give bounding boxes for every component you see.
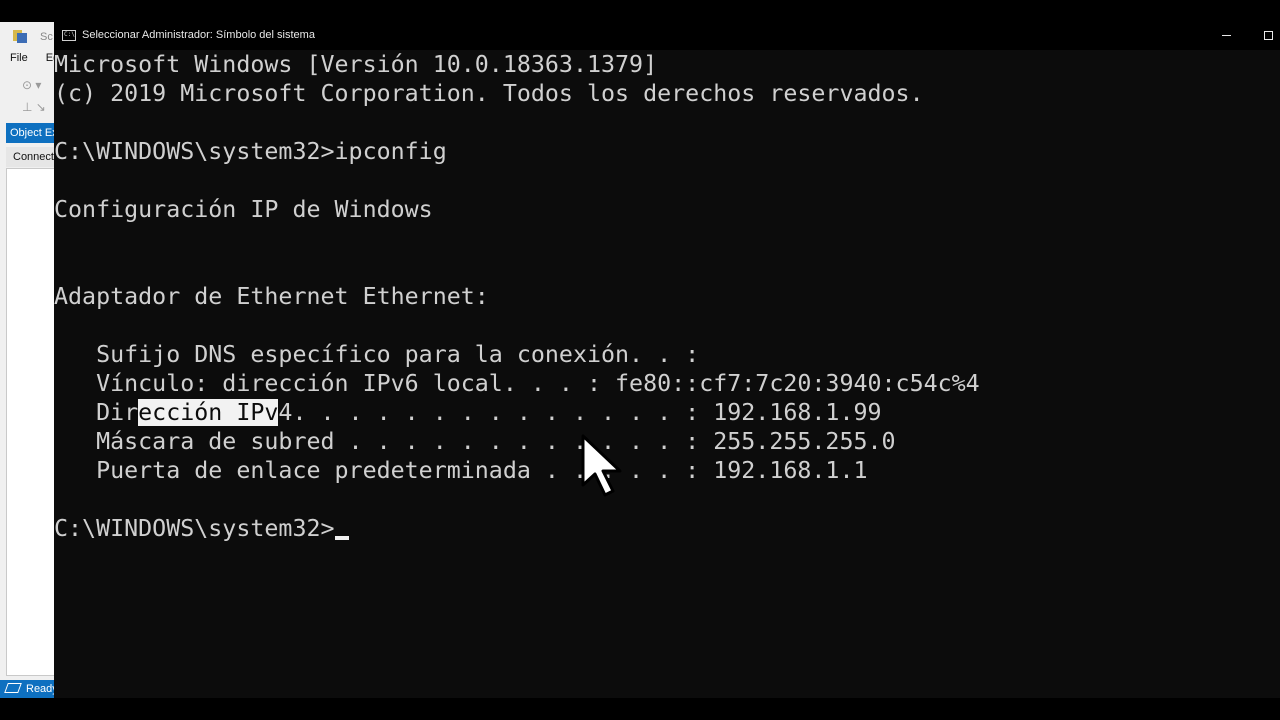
terminal-line-subnet: Máscara de subred . . . . . . . . . . . … xyxy=(54,428,896,455)
ipv4-label-start: Dir xyxy=(54,399,139,426)
prompt-text: C:\WINDOWS\system32> xyxy=(54,515,335,542)
maximize-button[interactable] xyxy=(1250,25,1280,45)
back-icon[interactable]: ⊙ ▾ xyxy=(22,74,46,96)
terminal-line-ipv6: Vínculo: dirección IPv6 local. . . : fe8… xyxy=(54,370,980,397)
ready-icon xyxy=(4,683,22,693)
minimize-button[interactable] xyxy=(1208,25,1244,45)
menu-bar: FileEd xyxy=(10,52,56,64)
connect-button[interactable]: Connect xyxy=(6,147,56,167)
terminal-line-dns-suffix: Sufijo DNS específico para la conexión. … xyxy=(54,341,700,368)
app-title-fragment: Sc xyxy=(40,31,53,43)
toolbar-icons: ⊙ ▾ ⊥ ↘ xyxy=(22,74,46,118)
terminal-line-prompt[interactable]: C:\WINDOWS\system32> xyxy=(54,514,349,543)
terminal-line-gateway: Puerta de enlace predeterminada . . . . … xyxy=(54,457,868,484)
terminal-line-ipv4: Dirección IPv4. . . . . . . . . . . . . … xyxy=(54,398,882,427)
terminal-line-heading: Configuración IP de Windows xyxy=(54,196,433,223)
terminal-line-version: Microsoft Windows [Versión 10.0.18363.13… xyxy=(54,51,658,78)
ssms-app-icon xyxy=(13,30,27,43)
pin-icon[interactable]: ⊥ ↘ xyxy=(22,96,46,118)
mouse-pointer-icon xyxy=(581,434,622,497)
menu-file[interactable]: File xyxy=(10,52,28,64)
terminal-output[interactable]: Microsoft Windows [Versión 10.0.18363.13… xyxy=(54,50,1280,698)
status-bar: Ready xyxy=(0,680,56,698)
screen-bottom-border xyxy=(0,698,1280,720)
window-title: Seleccionar Administrador: Símbolo del s… xyxy=(82,29,315,41)
ipv4-label-rest: 4. . . . . . . . . . . . . . : 192.168.1… xyxy=(278,399,882,426)
text-cursor xyxy=(334,536,349,540)
terminal-line-command: C:\WINDOWS\system32>ipconfig xyxy=(54,138,447,165)
terminal-line-copyright: (c) 2019 Microsoft Corporation. Todos lo… xyxy=(54,80,924,107)
tab-object-explorer[interactable]: Object Ex xyxy=(6,123,56,143)
background-ssms-window: Sc FileEd ⊙ ▾ ⊥ ↘ Object Ex Connect Read… xyxy=(0,22,56,698)
status-text: Ready xyxy=(26,683,56,695)
command-prompt-window[interactable]: C:\ Seleccionar Administrador: Símbolo d… xyxy=(54,22,1280,698)
title-bar[interactable]: C:\ Seleccionar Administrador: Símbolo d… xyxy=(54,22,1280,50)
cmd-icon: C:\ xyxy=(62,30,76,41)
maximize-icon xyxy=(1263,31,1273,41)
text-selection[interactable]: ección IPv xyxy=(138,399,279,426)
minimize-icon xyxy=(1221,35,1231,37)
object-explorer-pane xyxy=(6,168,56,676)
terminal-line-adapter: Adaptador de Ethernet Ethernet: xyxy=(54,283,489,310)
